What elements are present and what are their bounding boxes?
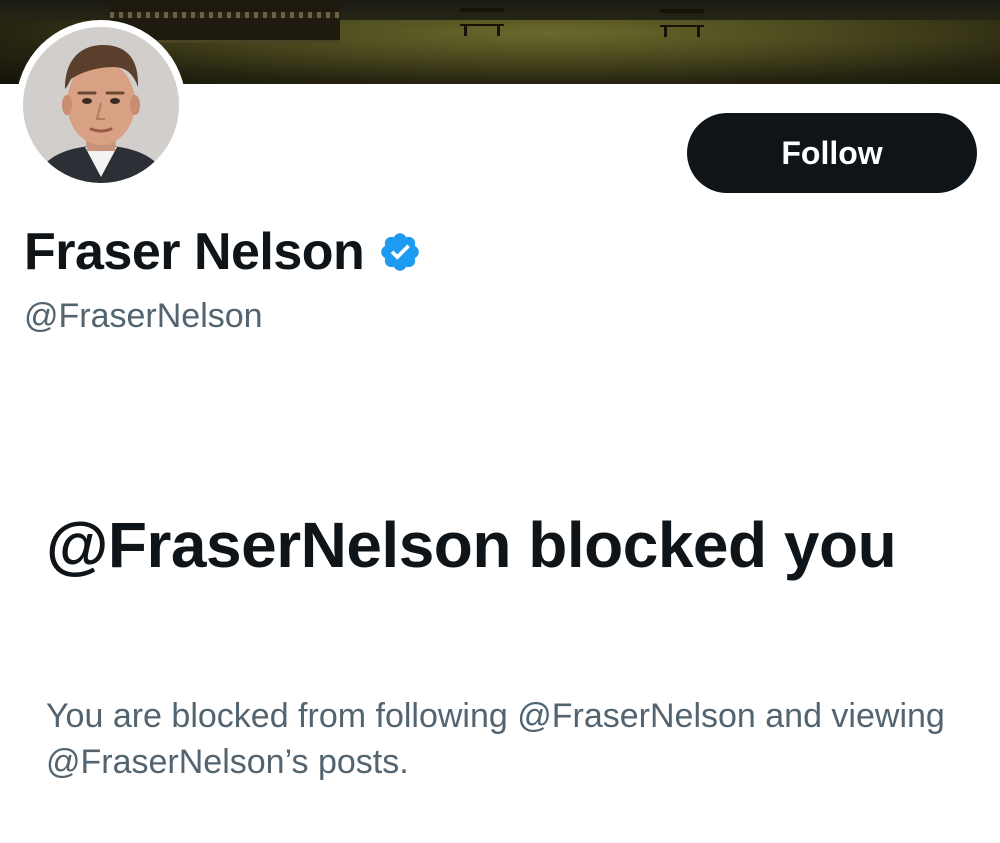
avatar-photo xyxy=(23,27,179,183)
blocked-description: You are blocked from following @FraserNe… xyxy=(46,697,945,781)
follow-button[interactable]: Follow xyxy=(687,113,977,193)
banner-bench xyxy=(460,8,504,36)
banner-bench xyxy=(660,9,704,37)
profile-photo-icon xyxy=(23,27,179,183)
verified-badge-icon[interactable] xyxy=(378,230,422,274)
blocked-title: @FraserNelson blocked you xyxy=(46,509,897,581)
profile-name-row: Fraser Nelson xyxy=(24,222,422,282)
display-name: Fraser Nelson xyxy=(24,223,365,281)
profile-handle: @FraserNelson xyxy=(24,297,263,335)
avatar[interactable] xyxy=(16,20,186,190)
profile-page: Follow Fraser Nelson @FraserNelson @Fras… xyxy=(0,0,1000,843)
